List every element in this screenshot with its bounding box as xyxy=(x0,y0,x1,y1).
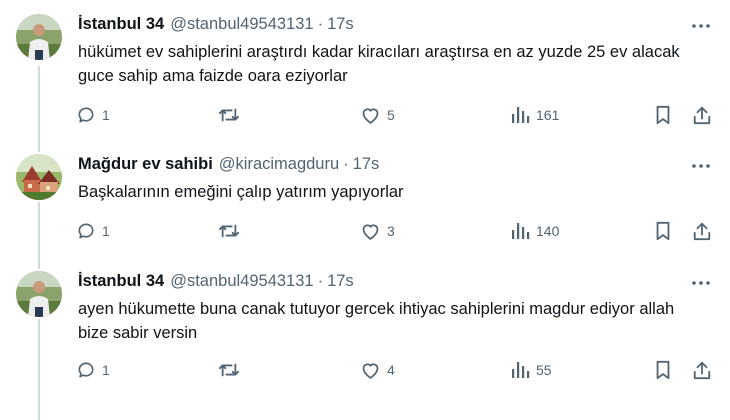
retweet-button[interactable] xyxy=(218,101,246,129)
retweet-button[interactable] xyxy=(218,217,246,245)
like-button[interactable]: 5 xyxy=(360,101,395,129)
retweet-icon xyxy=(219,224,239,238)
timestamp[interactable]: 17s xyxy=(327,271,354,291)
tweet-text: hükümet ev sahiplerini araştırdı kadar k… xyxy=(78,43,680,85)
bookmark-button[interactable] xyxy=(654,217,672,245)
views-button[interactable]: 140 xyxy=(510,217,559,245)
heart-icon xyxy=(362,363,379,379)
tweet[interactable]: İstanbul 34 @stanbul49543131 · 17s ayen … xyxy=(0,261,730,420)
reply-icon xyxy=(78,362,94,378)
reply-button[interactable]: 1 xyxy=(76,217,110,245)
separator: · xyxy=(317,272,324,290)
houses-avatar xyxy=(16,154,62,200)
more-icon[interactable] xyxy=(690,15,712,37)
tweet-text: ayen hükumette buna canak tutuyor gercek… xyxy=(78,300,675,342)
reply-count: 1 xyxy=(102,223,110,239)
more-icon[interactable] xyxy=(690,272,712,294)
reply-count: 1 xyxy=(102,107,110,123)
display-name[interactable]: Mağdur ev sahibi xyxy=(78,154,213,174)
bookmark-icon xyxy=(656,360,670,380)
views-button[interactable]: 55 xyxy=(510,356,552,384)
separator: · xyxy=(343,155,349,173)
bookmark-icon xyxy=(656,105,670,125)
action-bar: 1 3 140 xyxy=(70,217,720,245)
thread-line xyxy=(38,144,40,152)
heart-icon xyxy=(362,224,379,240)
user-handle[interactable]: @stanbul49543131 xyxy=(170,271,313,291)
man-outdoors-avatar xyxy=(16,14,62,60)
retweet-icon xyxy=(219,108,239,122)
man-outdoors-avatar xyxy=(16,271,62,317)
share-button[interactable] xyxy=(692,217,712,245)
thread-line xyxy=(38,66,40,144)
action-bar: 1 5 161 xyxy=(70,101,720,129)
share-icon xyxy=(693,222,711,241)
tweet[interactable]: İstanbul 34 @stanbul49543131 · 17s hüküm… xyxy=(0,0,730,144)
more-icon[interactable] xyxy=(690,155,712,177)
retweet-button[interactable] xyxy=(218,356,246,384)
user-handle[interactable]: @stanbul49543131 xyxy=(170,14,313,34)
avatar[interactable] xyxy=(16,14,62,60)
reply-count: 1 xyxy=(102,362,110,378)
views-icon xyxy=(512,223,530,239)
reply-button[interactable]: 1 xyxy=(76,356,110,384)
views-count: 55 xyxy=(536,362,552,378)
like-count: 3 xyxy=(387,223,395,239)
tweet-header: Mağdur ev sahibi @kiracimagduru · 17s xyxy=(78,154,379,174)
separator: · xyxy=(317,15,324,33)
user-handle[interactable]: @kiracimagduru xyxy=(219,154,339,174)
display-name[interactable]: İstanbul 34 xyxy=(78,271,164,291)
thread-line xyxy=(38,261,40,269)
display-name[interactable]: İstanbul 34 xyxy=(78,14,164,34)
bookmark-button[interactable] xyxy=(654,101,672,129)
retweet-icon xyxy=(219,363,239,377)
tweet[interactable]: Mağdur ev sahibi @kiracimagduru · 17s Ba… xyxy=(0,144,730,261)
share-icon xyxy=(693,361,711,380)
reply-icon xyxy=(78,223,94,239)
share-button[interactable] xyxy=(692,356,712,384)
tweet-text: Başkalarının emeğini çalıp yatırım yapıy… xyxy=(78,183,404,201)
reply-button[interactable]: 1 xyxy=(76,101,110,129)
like-button[interactable]: 3 xyxy=(360,217,395,245)
views-count: 140 xyxy=(536,223,560,239)
heart-icon xyxy=(362,108,379,124)
avatar[interactable] xyxy=(16,154,62,200)
like-button[interactable]: 4 xyxy=(360,356,395,384)
thread-line xyxy=(38,202,40,261)
avatar[interactable] xyxy=(16,271,62,317)
timestamp[interactable]: 17s xyxy=(353,154,380,174)
reply-icon xyxy=(78,107,94,123)
share-icon xyxy=(693,106,711,125)
action-bar: 1 4 55 xyxy=(70,356,720,384)
views-icon xyxy=(512,362,530,378)
views-icon xyxy=(512,107,530,123)
like-count: 5 xyxy=(387,107,395,123)
bookmark-button[interactable] xyxy=(654,356,672,384)
views-count: 161 xyxy=(536,107,560,123)
tweet-header: İstanbul 34 @stanbul49543131 · 17s xyxy=(78,271,354,291)
like-count: 4 xyxy=(387,362,395,378)
views-button[interactable]: 161 xyxy=(510,101,559,129)
thread-line xyxy=(38,319,40,420)
timestamp[interactable]: 17s xyxy=(327,14,354,34)
bookmark-icon xyxy=(656,221,670,241)
share-button[interactable] xyxy=(692,101,712,129)
tweet-header: İstanbul 34 @stanbul49543131 · 17s xyxy=(78,14,354,34)
